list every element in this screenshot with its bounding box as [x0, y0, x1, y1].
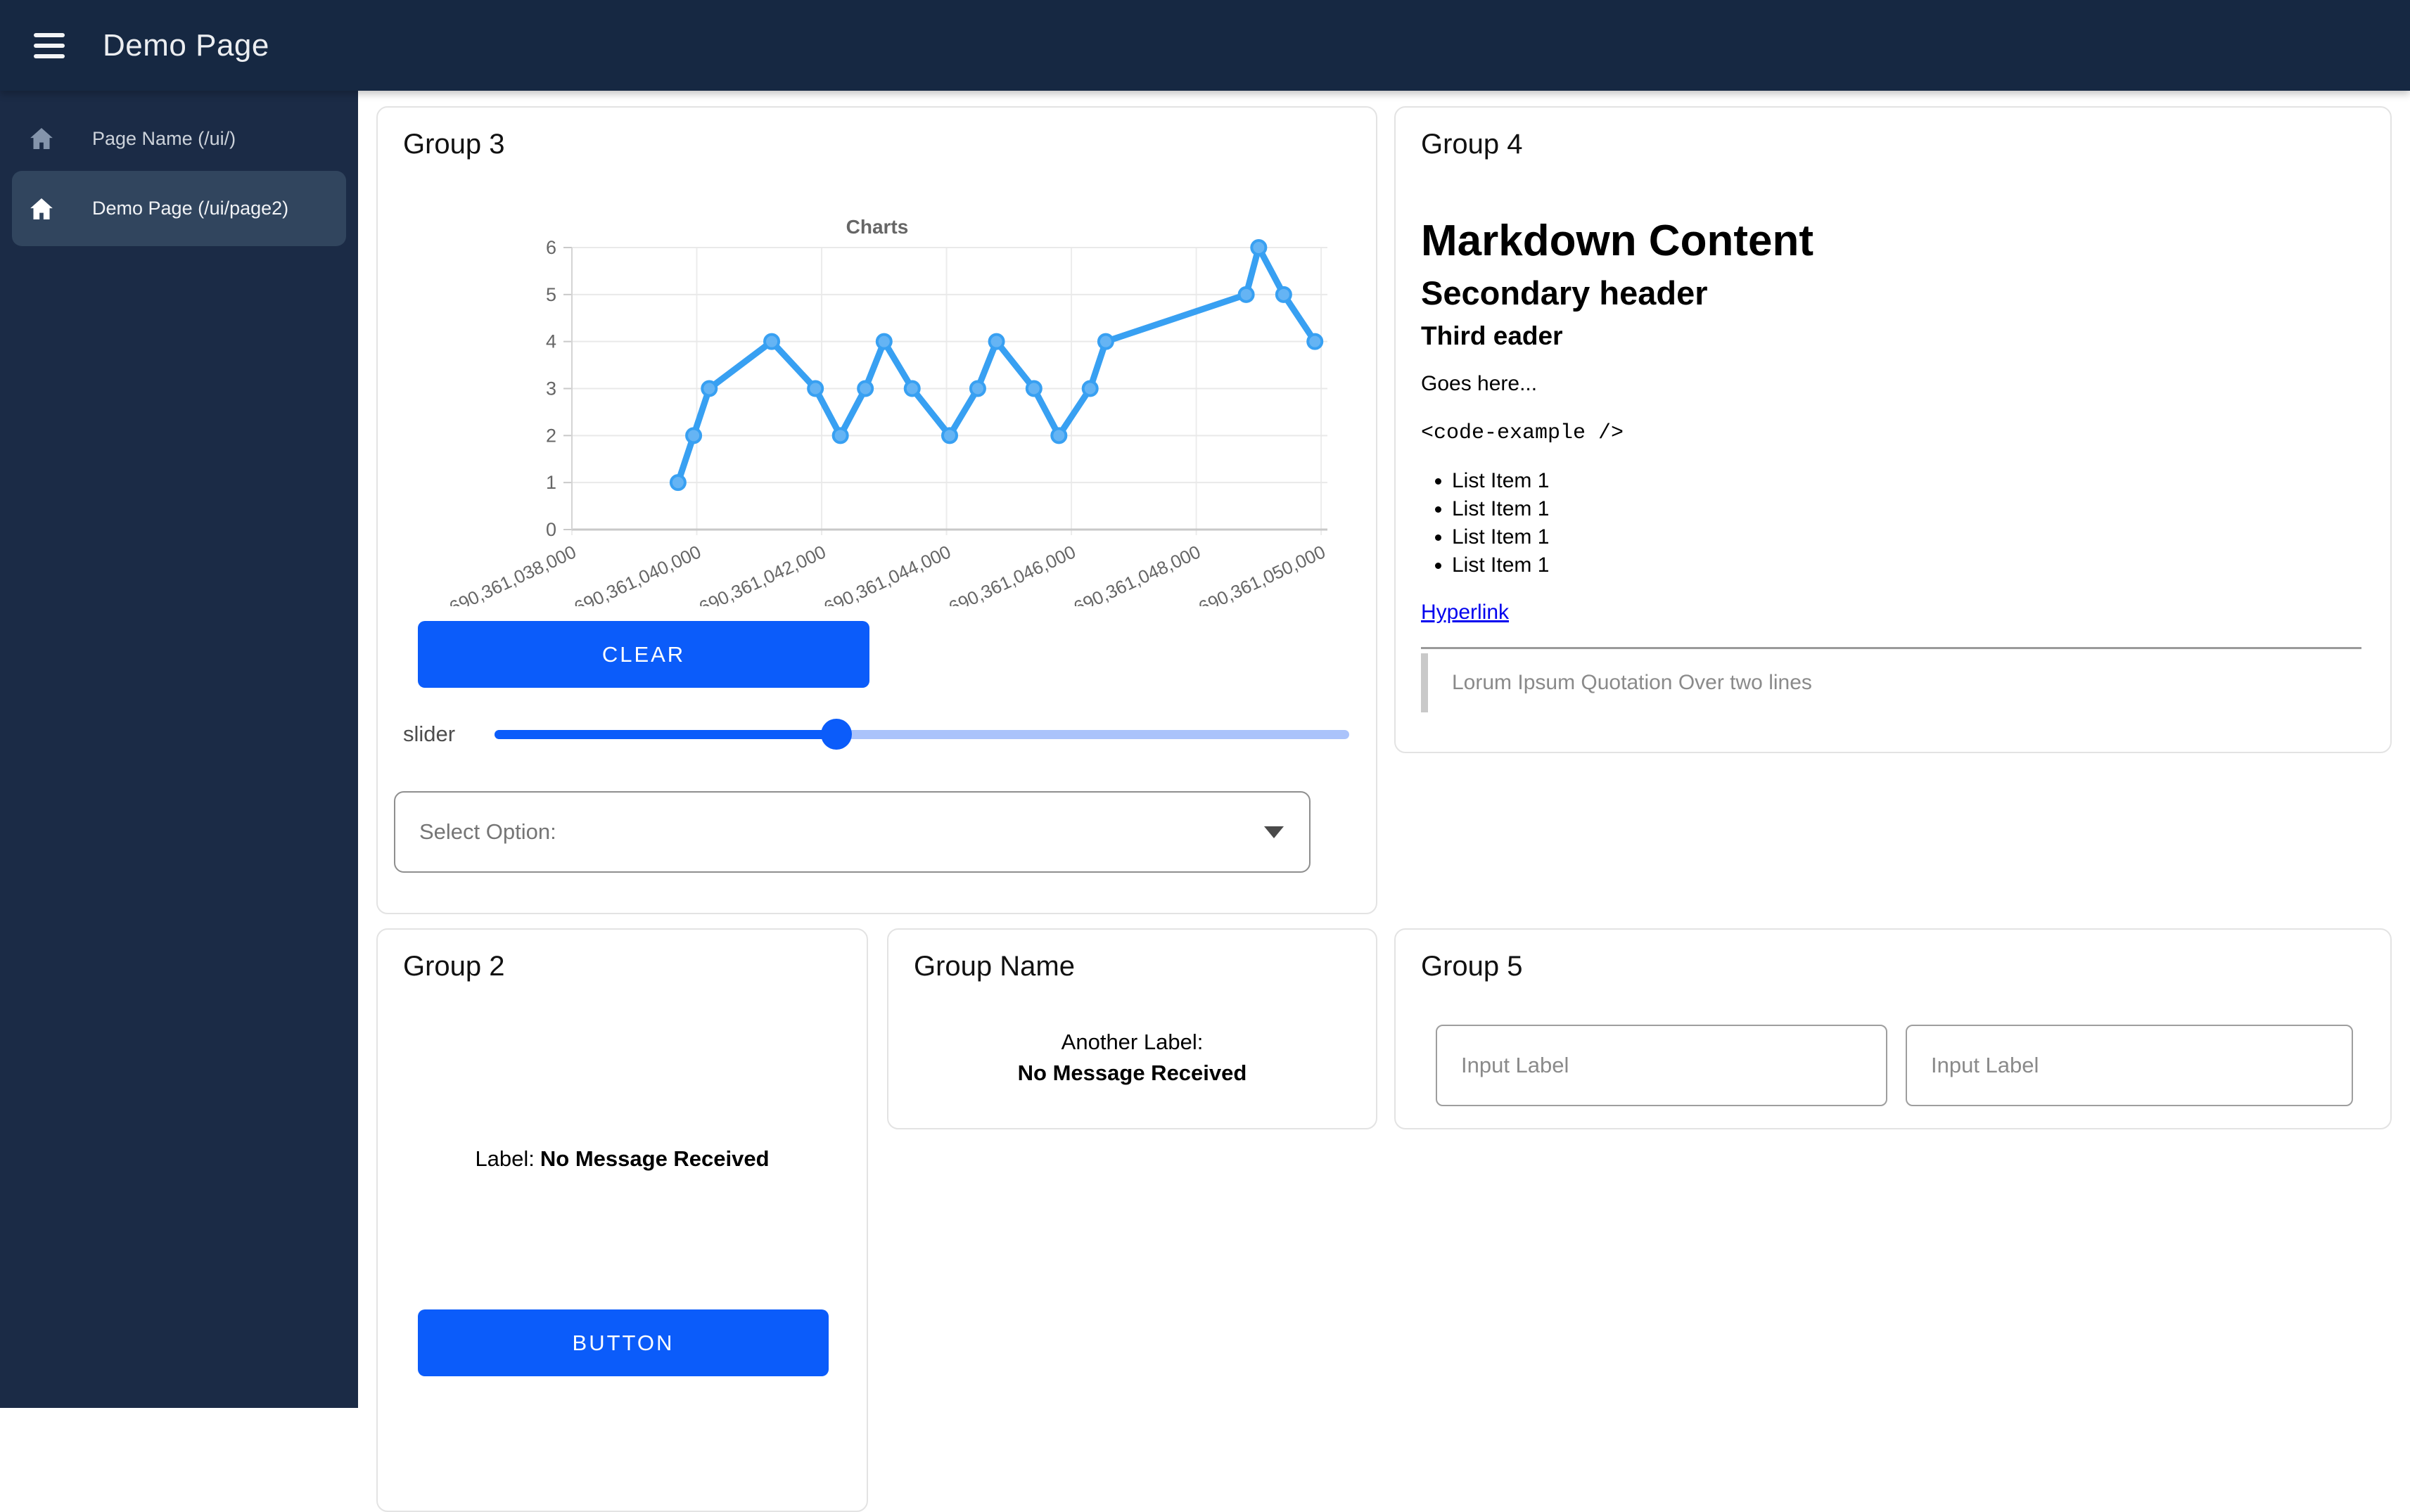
- svg-text:1,690,361,048,000: 1,690,361,048,000: [1056, 541, 1203, 606]
- card-group-name: Group Name Another Label: No Message Rec…: [887, 928, 1377, 1129]
- svg-text:1: 1: [545, 472, 556, 493]
- navbar: Demo Page: [0, 0, 2410, 91]
- card-title: Group 4: [1421, 129, 1523, 160]
- clear-button[interactable]: CLEAR: [418, 621, 869, 688]
- menu-icon[interactable]: [15, 12, 83, 79]
- label-prefix: Label:: [475, 1146, 534, 1171]
- card-title: Group 2: [403, 951, 505, 982]
- code-block: <code-example />: [1421, 421, 2361, 446]
- select-label: Select Option:: [419, 819, 1264, 845]
- svg-text:1,690,361,050,000: 1,690,361,050,000: [1181, 541, 1328, 606]
- card-title: Group 3: [403, 129, 505, 160]
- list-item: List Item 1: [1452, 523, 2361, 551]
- svg-text:1,690,361,046,000: 1,690,361,046,000: [931, 541, 1078, 606]
- message-label: Label:No Message Received: [378, 1146, 867, 1172]
- card-group-4: Group 4 Markdown Content Secondary heade…: [1394, 106, 2392, 753]
- another-label-value: No Message Received: [888, 1061, 1376, 1086]
- chevron-down-icon: [1264, 826, 1284, 838]
- line-chart: 1,690,361,038,0001,690,361,040,0001,690,…: [420, 212, 1334, 610]
- svg-text:1,690,361,038,000: 1,690,361,038,000: [432, 541, 579, 606]
- svg-text:3: 3: [545, 378, 556, 399]
- card-group-2: Group 2 Label:No Message Received BUTTON: [376, 928, 868, 1512]
- svg-text:Charts: Charts: [846, 216, 908, 238]
- list-item: List Item 1: [1452, 467, 2361, 495]
- markdown-h2: Secondary header: [1421, 274, 2361, 313]
- another-label: Another Label:: [888, 1030, 1376, 1055]
- button[interactable]: BUTTON: [418, 1309, 829, 1376]
- divider: [1421, 647, 2361, 649]
- svg-text:1,690,361,040,000: 1,690,361,040,000: [556, 541, 703, 606]
- svg-text:0: 0: [545, 519, 556, 540]
- sidebar-item-demo-page[interactable]: Demo Page (/ui/page2): [12, 171, 346, 246]
- label-value: No Message Received: [540, 1146, 770, 1171]
- app-title: Demo Page: [103, 28, 269, 63]
- input-field-2[interactable]: [1906, 1025, 2353, 1106]
- list-item: List Item 1: [1452, 495, 2361, 523]
- home-icon: [27, 195, 56, 223]
- hyperlink[interactable]: Hyperlink: [1421, 601, 1509, 624]
- svg-text:2: 2: [545, 425, 556, 446]
- home-icon: [27, 124, 56, 153]
- svg-text:6: 6: [545, 237, 556, 258]
- slider[interactable]: [495, 730, 1349, 739]
- main-content: Group 3 1,690,361,038,0001,690,361,040,0…: [358, 91, 2410, 1408]
- bullet-list: List Item 1 List Item 1 List Item 1 List…: [1452, 467, 2361, 579]
- svg-text:1,690,361,044,000: 1,690,361,044,000: [806, 541, 953, 606]
- sidebar-item-label: Demo Page (/ui/page2): [92, 198, 288, 219]
- sidebar: Page Name (/ui/) Demo Page (/ui/page2): [0, 91, 358, 1408]
- svg-text:1,690,361,042,000: 1,690,361,042,000: [682, 541, 829, 606]
- svg-text:5: 5: [545, 284, 556, 305]
- input-field-1[interactable]: [1436, 1025, 1887, 1106]
- blockquote: Lorum Ipsum Quotation Over two lines: [1421, 653, 2361, 712]
- card-group-5: Group 5: [1394, 928, 2392, 1129]
- markdown-h3: Third eader: [1421, 321, 2361, 352]
- svg-text:4: 4: [545, 331, 556, 352]
- list-item: List Item 1: [1452, 551, 2361, 579]
- markdown-paragraph: Goes here...: [1421, 371, 2361, 397]
- sidebar-item-label: Page Name (/ui/): [92, 128, 236, 150]
- slider-thumb[interactable]: [821, 719, 852, 750]
- slider-row: slider: [403, 717, 1349, 751]
- card-group-3: Group 3 1,690,361,038,0001,690,361,040,0…: [376, 106, 1377, 914]
- card-title: Group Name: [914, 951, 1075, 982]
- card-title: Group 5: [1421, 951, 1523, 982]
- select-option-dropdown[interactable]: Select Option:: [394, 791, 1311, 873]
- markdown-content: Markdown Content Secondary header Third …: [1421, 162, 2361, 712]
- markdown-h1: Markdown Content: [1421, 216, 2361, 267]
- slider-fill: [495, 730, 836, 739]
- sidebar-item-page-name[interactable]: Page Name (/ui/): [12, 112, 346, 165]
- slider-label: slider: [403, 722, 455, 747]
